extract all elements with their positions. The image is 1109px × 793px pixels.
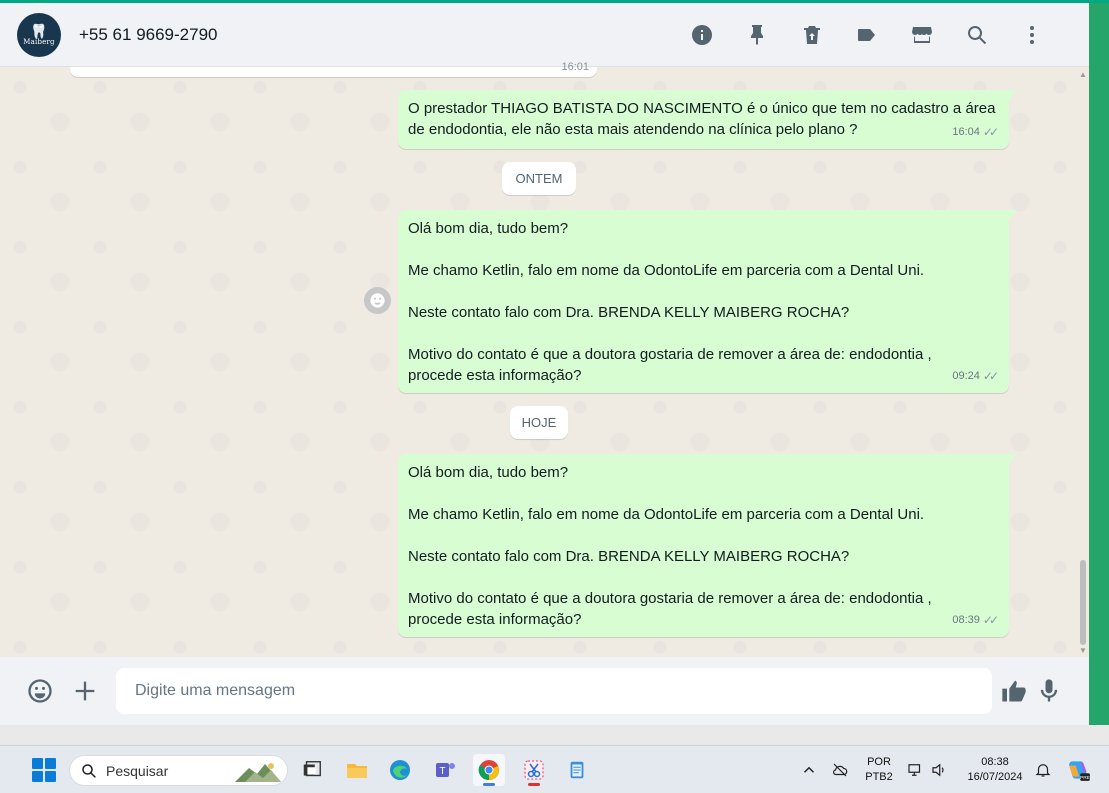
clock-date: 16/07/2024 xyxy=(967,771,1023,783)
active-app-indicator xyxy=(483,783,495,786)
message-text: O prestador THIAGO BATISTA DO NASCIMENTO… xyxy=(408,100,996,138)
chat-header: 🦷 Maiberg +55 61 9669-2790 xyxy=(0,3,1089,67)
teams-icon[interactable]: T xyxy=(429,754,461,786)
message-time: 09:24 xyxy=(952,370,980,382)
outgoing-message[interactable]: O prestador THIAGO BATISTA DO NASCIMENTO… xyxy=(398,90,1017,149)
outgoing-message[interactable]: Olá bom dia, tudo bem? Me chamo Ketlin, … xyxy=(398,454,1017,637)
clock[interactable]: 08:38 16/07/2024 xyxy=(962,755,1028,785)
search-label: Pesquisar xyxy=(106,762,169,779)
whatsapp-window: 🦷 Maiberg +55 61 9669-2790 16:01 O prest… xyxy=(0,0,1089,725)
info-icon[interactable] xyxy=(674,15,729,55)
svg-text:T: T xyxy=(439,766,445,777)
message-input[interactable] xyxy=(116,668,992,714)
message-line: Olá bom dia, tudo bem? xyxy=(408,464,569,481)
message-time: 16:04 xyxy=(952,126,980,138)
microphone-icon[interactable] xyxy=(1032,674,1066,708)
message-line: Me chamo Ketlin, falo em nome da OdontoL… xyxy=(408,506,925,523)
avatar-brand: Maiberg xyxy=(23,37,55,46)
chrome-icon[interactable] xyxy=(473,754,505,786)
emoji-react-icon[interactable] xyxy=(364,287,391,314)
search-highlight-illustration-icon xyxy=(235,763,281,782)
message-meta: 16:04 ✓✓ xyxy=(952,122,999,143)
copilot-icon[interactable]: PRE xyxy=(1062,754,1094,786)
volume-icon[interactable] xyxy=(923,754,955,786)
taskbar-search[interactable]: Pesquisar xyxy=(69,755,288,786)
search-icon[interactable] xyxy=(949,15,1004,55)
task-view-icon[interactable] xyxy=(296,754,328,786)
scroll-down-arrow[interactable]: ▼ xyxy=(1079,646,1087,655)
edge-browser-icon[interactable] xyxy=(384,754,416,786)
message-line: Olá bom dia, tudo bem? xyxy=(408,220,569,237)
keyboard-layout: PTB2 xyxy=(865,771,893,783)
background-window-edge xyxy=(1089,3,1109,725)
clock-time: 08:38 xyxy=(981,756,1009,768)
scrollbar-thumb[interactable] xyxy=(1080,560,1086,645)
label-icon[interactable] xyxy=(839,15,894,55)
snipping-tool-icon[interactable] xyxy=(518,754,550,786)
date-divider: ONTEM xyxy=(502,162,576,195)
message-line: Neste contato falo com Dra. BRENDA KELLY… xyxy=(408,548,850,565)
start-button[interactable] xyxy=(28,754,60,786)
avatar-logo: 🦷 xyxy=(30,22,48,39)
avatar[interactable]: 🦷 Maiberg xyxy=(17,12,61,57)
scroll-up-arrow[interactable]: ▲ xyxy=(1079,70,1087,79)
previous-message[interactable]: 16:01 xyxy=(70,61,597,77)
file-explorer-icon[interactable] xyxy=(341,754,373,786)
message-meta: 08:39 ✓✓ xyxy=(952,610,999,631)
double-check-icon: ✓✓ xyxy=(982,125,999,139)
catalog-icon[interactable] xyxy=(894,15,949,55)
outgoing-message[interactable]: Olá bom dia, tudo bem? Me chamo Ketlin, … xyxy=(398,210,1017,393)
message-line: Motivo do contato é que a doutora gostar… xyxy=(408,346,932,384)
date-divider: HOJE xyxy=(510,406,568,439)
composer xyxy=(0,657,1089,725)
windows-taskbar: Pesquisar T POR PTB2 08:38 16/07/2024 PR… xyxy=(0,745,1109,793)
search-icon xyxy=(82,763,96,778)
active-app-indicator xyxy=(528,783,540,786)
cloud-offline-icon[interactable] xyxy=(824,754,856,786)
notifications-bell-icon[interactable] xyxy=(1027,754,1059,786)
delete-icon[interactable] xyxy=(784,15,839,55)
message-line: Neste contato falo com Dra. BRENDA KELLY… xyxy=(408,304,850,321)
svg-text:PRE: PRE xyxy=(1080,775,1091,781)
message-line: Motivo do contato é que a doutora gostar… xyxy=(408,590,932,628)
message-meta: 09:24 ✓✓ xyxy=(952,366,999,387)
windows-logo-icon xyxy=(32,758,56,782)
thumbs-up-icon[interactable] xyxy=(997,674,1031,708)
emoji-icon[interactable] xyxy=(23,674,57,708)
chevron-up-icon[interactable] xyxy=(793,754,825,786)
contact-name[interactable]: +55 61 9669-2790 xyxy=(79,25,218,45)
language-indicator[interactable]: POR PTB2 xyxy=(862,755,896,785)
attach-plus-icon[interactable] xyxy=(68,674,102,708)
menu-icon[interactable] xyxy=(1004,15,1059,55)
double-check-icon: ✓✓ xyxy=(982,369,999,383)
message-time: 08:39 xyxy=(952,614,980,626)
language-code: POR xyxy=(867,756,891,768)
pin-icon[interactable] xyxy=(729,15,784,55)
message-line: Me chamo Ketlin, falo em nome da OdontoL… xyxy=(408,262,925,279)
notepad-icon[interactable] xyxy=(561,754,593,786)
header-actions xyxy=(674,3,1059,67)
double-check-icon: ✓✓ xyxy=(982,613,999,627)
window-accent-bar xyxy=(0,0,1109,3)
message-time: 16:01 xyxy=(561,61,589,73)
